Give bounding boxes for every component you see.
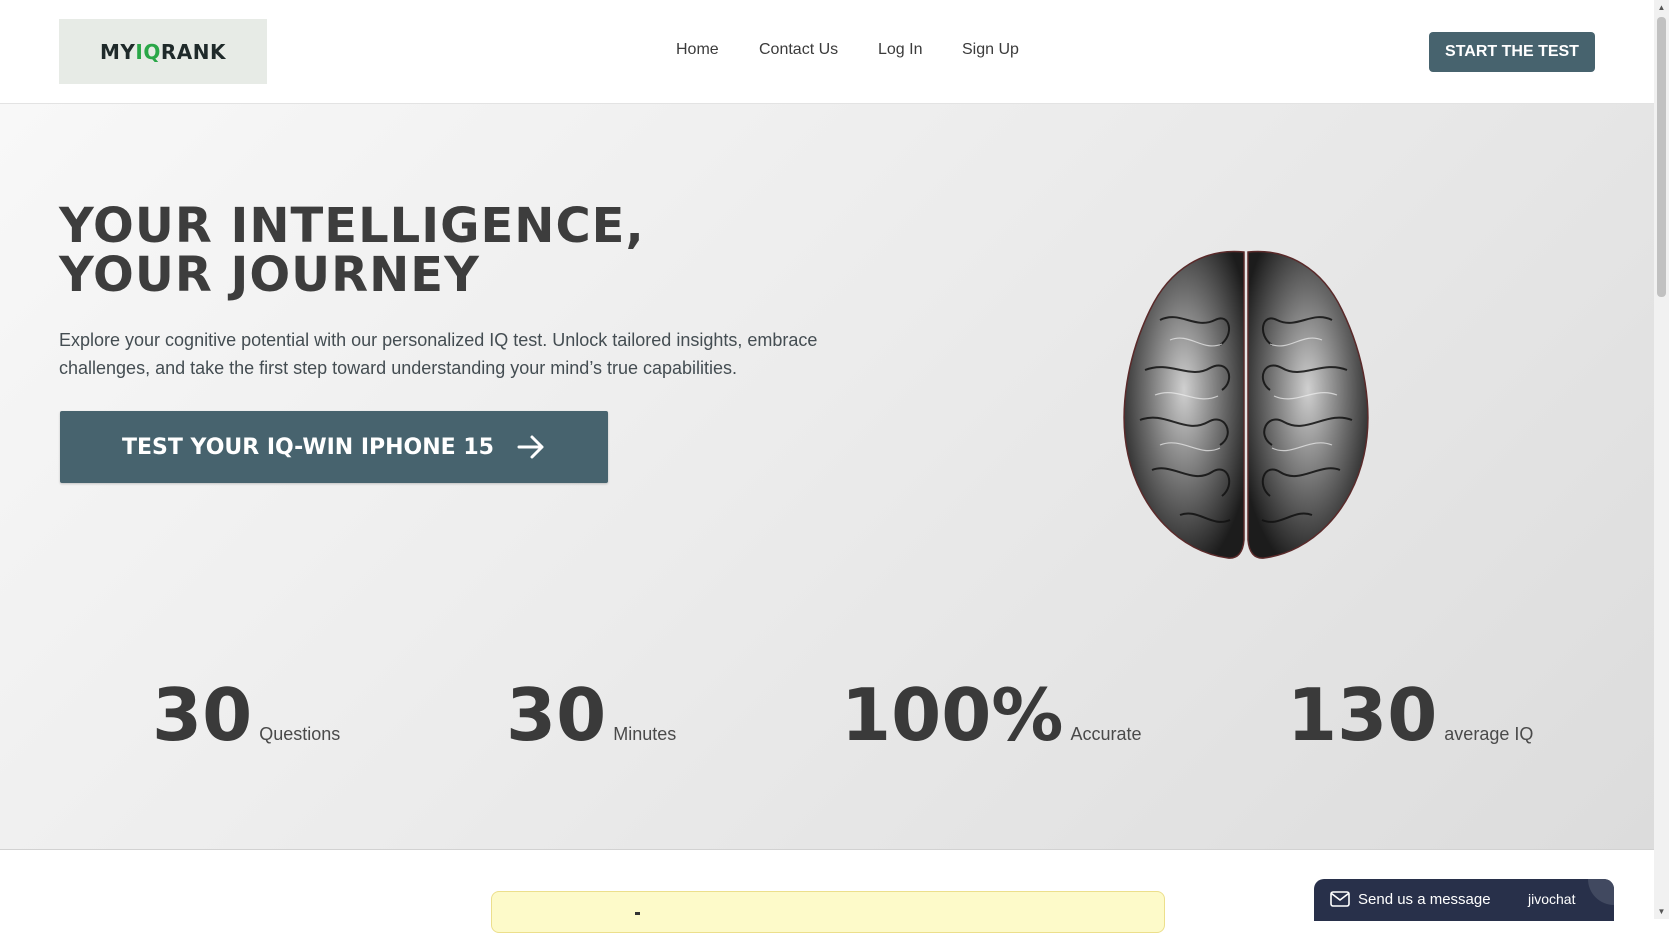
nav-contact-link[interactable]: Contact Us — [759, 41, 838, 59]
site-header: MY IQ RANK Home Contact Us Log In Sign Up … — [0, 0, 1654, 104]
stat-value: 30 — [506, 673, 607, 757]
mail-icon — [1330, 891, 1350, 907]
start-test-button[interactable]: START THE TEST — [1429, 32, 1595, 72]
hero-title: YOUR INTELLIGENCE, YOUR JOURNEY — [59, 198, 645, 303]
notice-box — [491, 891, 1165, 933]
scroll-up-icon[interactable]: ▲ — [1654, 0, 1669, 15]
stat-label: Accurate — [1070, 724, 1142, 744]
stat-label: Questions — [259, 724, 341, 744]
logo-text-rank: RANK — [160, 39, 226, 64]
chat-corner — [1588, 879, 1614, 905]
hero-description: Explore your cognitive potential with ou… — [59, 330, 818, 378]
hero-section: YOUR INTELLIGENCE, YOUR JOURNEY Explore … — [0, 104, 1654, 850]
chat-widget[interactable]: Send us a message jivochat — [1314, 879, 1614, 921]
test-iq-button[interactable]: TEST YOUR IQ-WIN IPHONE 15 — [60, 411, 608, 483]
stat-value: 130 — [1287, 673, 1438, 757]
stat-label: average IQ — [1444, 724, 1534, 744]
nav-home-link[interactable]: Home — [676, 41, 719, 59]
logo-text-iq: IQ — [135, 39, 161, 64]
nav-login-link[interactable]: Log In — [878, 41, 922, 59]
stat-minutes: 30 Minutes — [506, 679, 676, 751]
scroll-down-icon[interactable]: ▼ — [1654, 904, 1669, 919]
brain-illustration — [1123, 250, 1369, 559]
chat-message-label: Send us a message — [1358, 891, 1491, 908]
logo-text-my: MY — [100, 39, 136, 64]
stat-label: Minutes — [613, 724, 677, 744]
notice-text-fragment — [635, 912, 640, 915]
nav-signup-link[interactable]: Sign Up — [962, 41, 1019, 59]
test-iq-button-label: TEST YOUR IQ-WIN IPHONE 15 — [122, 434, 494, 460]
arrow-right-icon — [517, 435, 544, 459]
page-scrollbar[interactable]: ▲ ▼ — [1654, 0, 1669, 919]
stat-questions: 30 Questions — [152, 679, 340, 751]
stat-average-iq: 130 average IQ — [1287, 679, 1533, 751]
chat-brand-label: jivochat — [1528, 891, 1576, 907]
stat-value: 100% — [841, 673, 1064, 757]
site-logo[interactable]: MY IQ RANK — [59, 19, 267, 84]
stat-value: 30 — [152, 673, 253, 757]
scrollbar-thumb[interactable] — [1657, 17, 1666, 297]
stat-accuracy: 100% Accurate — [841, 679, 1141, 751]
